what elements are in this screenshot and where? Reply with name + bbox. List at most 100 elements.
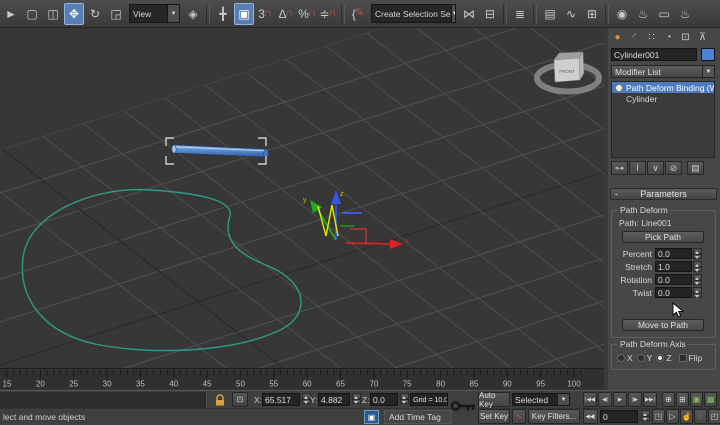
curve-editor-button[interactable]: ∿	[561, 3, 581, 25]
parameter-value-field[interactable]: 0.0	[655, 248, 692, 259]
set-keys-key-icon[interactable]	[450, 392, 477, 422]
zoom-extents-all-button[interactable]: ▦	[704, 392, 717, 407]
pick-path-button[interactable]: Pick Path	[622, 231, 704, 243]
move-to-path-button[interactable]: Move to Path	[622, 319, 704, 331]
flip-checkbox[interactable]	[679, 354, 687, 362]
coord-field-z[interactable]: 0.0	[370, 393, 398, 406]
new-key-tangent-icon[interactable]: ∿	[512, 409, 526, 424]
angle-snap-toggle-button[interactable]: ∆∩	[276, 3, 296, 25]
render-production-button[interactable]: ♨	[675, 3, 695, 25]
axis-radio-x[interactable]	[617, 354, 625, 362]
modifier-stack-item[interactable]: Path Deform Binding (WS	[612, 82, 714, 93]
parameter-spinner[interactable]	[693, 261, 702, 272]
window-crossing-toggle-button[interactable]: ◫	[43, 3, 63, 25]
parameter-spinner[interactable]	[693, 274, 702, 285]
render-setup-button[interactable]: ♨	[633, 3, 653, 25]
absolute-mode-transform-type-in-button[interactable]: ⊡	[232, 392, 248, 407]
coord-field-x[interactable]: 65.517	[262, 393, 300, 406]
auto-key-button[interactable]: Auto Key	[478, 392, 510, 407]
select-object-button[interactable]: ►	[1, 3, 21, 25]
tab-utilities[interactable]: ⊼	[695, 30, 710, 44]
chevron-down-icon: ▼	[167, 5, 179, 22]
viewcube[interactable]: FRONT	[537, 52, 599, 92]
svg-text:65: 65	[336, 380, 345, 389]
select-and-rotate-button[interactable]: ↻	[85, 3, 105, 25]
select-and-scale-button[interactable]: ◲	[106, 3, 126, 25]
tab-hierarchy[interactable]: ∷	[644, 30, 659, 44]
axis-radio-label: Y	[647, 353, 653, 363]
mirror-button[interactable]: ⋈	[459, 3, 479, 25]
parameter-value-field[interactable]: 0.0	[655, 274, 692, 285]
axis-radio-y[interactable]	[637, 354, 645, 362]
show-end-result-button[interactable]: I	[629, 161, 646, 175]
remove-modifier-button[interactable]: ⊘	[665, 161, 682, 175]
zoom-all-button[interactable]: ⊞	[676, 392, 689, 407]
selection-lock-icon[interactable]	[214, 394, 226, 406]
set-key-button[interactable]: Set Key	[478, 409, 510, 424]
time-slider-ruler[interactable]: 1520253035404550556065707580859095100	[0, 368, 604, 389]
pan-button[interactable]: ☝	[680, 409, 693, 424]
use-pivot-point-center-button[interactable]: ◈	[183, 3, 203, 25]
cylinder-object[interactable]	[172, 145, 269, 157]
modifier-stack[interactable]: Path Deform Binding (WSCylinder	[611, 81, 715, 158]
orbit-button[interactable]: ◌	[694, 409, 707, 424]
show-in-viewport-bulb-icon[interactable]	[615, 84, 623, 92]
parameter-value-field[interactable]: 1.0	[655, 261, 692, 272]
previous-frame-button[interactable]: ◀|	[598, 392, 612, 407]
snaps-toggle-button[interactable]: 3∩	[255, 3, 275, 25]
modifier-stack-item[interactable]: Cylinder	[612, 93, 714, 104]
spinner-snap-toggle-button[interactable]: ≑∩	[318, 3, 338, 25]
layer-manager-button[interactable]: ≣	[510, 3, 530, 25]
parameters-rollout-header[interactable]: - Parameters	[610, 188, 717, 200]
rectangular-selection-region-button[interactable]: ▢	[22, 3, 42, 25]
coord-field-y[interactable]: 4.882	[318, 393, 350, 406]
reference-coordinate-system-dropdown[interactable]: View▼	[129, 4, 180, 23]
pin-stack-button[interactable]: ⊶	[611, 161, 628, 175]
edit-named-selection-sets-button[interactable]: {✎	[348, 3, 368, 25]
transform-gizmo[interactable]: z y x	[303, 190, 409, 249]
rendered-frame-window-button[interactable]: ▭	[654, 3, 674, 25]
select-and-move-button[interactable]: ✥	[64, 3, 84, 25]
go-to-end-button[interactable]: ▶▶|	[643, 392, 657, 407]
tab-modify[interactable]: ◜	[627, 30, 642, 44]
parameter-spinner[interactable]	[693, 287, 702, 298]
keyboard-shortcut-override-button[interactable]: ▣	[234, 3, 254, 25]
modifier-list-dropdown[interactable]: Modifier List ▼	[611, 65, 715, 78]
tab-display[interactable]: ⊡	[678, 30, 693, 44]
align-button[interactable]: ⊟	[480, 3, 500, 25]
add-time-tag-field[interactable]: Add Time Tag	[384, 410, 452, 424]
maximize-viewport-button[interactable]: ◰	[708, 409, 720, 424]
coord-spinner[interactable]	[352, 393, 361, 404]
keying-set-dropdown[interactable]: Selected ▼	[512, 393, 570, 406]
zoom-button[interactable]: ⊕	[662, 392, 675, 407]
play-button[interactable]: ▶	[613, 392, 627, 407]
material-editor-button[interactable]: ◉	[612, 3, 632, 25]
frame-spinner[interactable]	[641, 410, 650, 421]
key-filters-button[interactable]: Key Filters...	[528, 409, 580, 424]
coord-spinner[interactable]	[400, 393, 409, 404]
current-frame-field[interactable]: 0	[600, 410, 638, 423]
field-of-view-button[interactable]: ▷	[666, 409, 679, 424]
configure-modifier-sets-button[interactable]: ▤	[687, 161, 704, 175]
key-mode-toggle-button[interactable]: ◀◀|	[583, 409, 598, 424]
object-name-field[interactable]: Cylinder001	[611, 48, 697, 61]
zoom-extents-button[interactable]: ▣	[690, 392, 703, 407]
named-selection-sets-dropdown[interactable]: Create Selection Se▼	[371, 4, 456, 23]
parameter-value-field[interactable]: 0.0	[655, 287, 692, 298]
axis-radio-z[interactable]	[656, 354, 664, 362]
go-to-start-button[interactable]: |◀◀	[583, 392, 597, 407]
next-frame-button[interactable]: |▶	[628, 392, 642, 407]
perspective-viewport[interactable]: z y x FRONT	[0, 28, 604, 368]
tab-motion[interactable]: ◔	[661, 30, 676, 44]
parameter-spinner[interactable]	[693, 248, 702, 259]
object-color-swatch[interactable]	[701, 48, 715, 61]
zoom-region-button[interactable]: ◳	[652, 409, 665, 424]
graphite-modeling-tools-button[interactable]: ▤	[540, 3, 560, 25]
select-and-manipulate-button[interactable]: ╋	[213, 3, 233, 25]
isolate-selection-toggle-button[interactable]: ▣	[364, 410, 379, 424]
tab-create[interactable]: ●	[610, 30, 625, 44]
make-unique-button[interactable]: ∨	[647, 161, 664, 175]
schematic-view-button[interactable]: ⊞	[582, 3, 602, 25]
track-bar[interactable]	[0, 392, 207, 408]
percent-snap-toggle-button[interactable]: %∩	[297, 3, 317, 25]
